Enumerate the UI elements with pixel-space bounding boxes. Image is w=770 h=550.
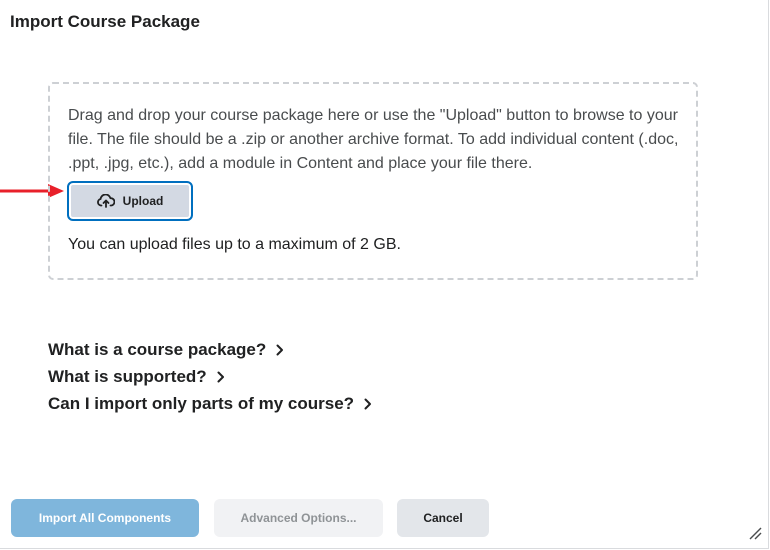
faq-course-package[interactable]: What is a course package?: [48, 340, 284, 360]
import-all-components-button[interactable]: Import All Components: [11, 499, 199, 537]
chevron-right-icon: [276, 344, 284, 356]
resize-handle-icon[interactable]: [748, 526, 762, 540]
faq-label: Can I import only parts of my course?: [48, 394, 355, 413]
chevron-right-icon: [364, 398, 372, 410]
faq-what-supported[interactable]: What is supported?: [48, 367, 225, 387]
advanced-options-button[interactable]: Advanced Options...: [214, 499, 383, 537]
dialog-title: Import Course Package: [10, 12, 200, 31]
faq-label: What is supported?: [48, 367, 207, 386]
faq-label: What is a course package?: [48, 340, 267, 359]
cancel-button[interactable]: Cancel: [397, 499, 489, 537]
upload-button[interactable]: Upload: [67, 181, 193, 221]
chevron-right-icon: [217, 371, 225, 383]
dropzone-instructions: Drag and drop your course package here o…: [68, 107, 679, 172]
max-size-note: You can upload files up to a maximum of …: [68, 236, 401, 253]
upload-button-label: Upload: [122, 194, 164, 208]
import-dialog: Import Course Package Drag and drop your…: [0, 0, 769, 549]
file-dropzone[interactable]: Drag and drop your course package here o…: [48, 82, 698, 280]
faq-import-parts[interactable]: Can I import only parts of my course?: [48, 394, 372, 414]
cloud-upload-icon: [96, 194, 115, 208]
